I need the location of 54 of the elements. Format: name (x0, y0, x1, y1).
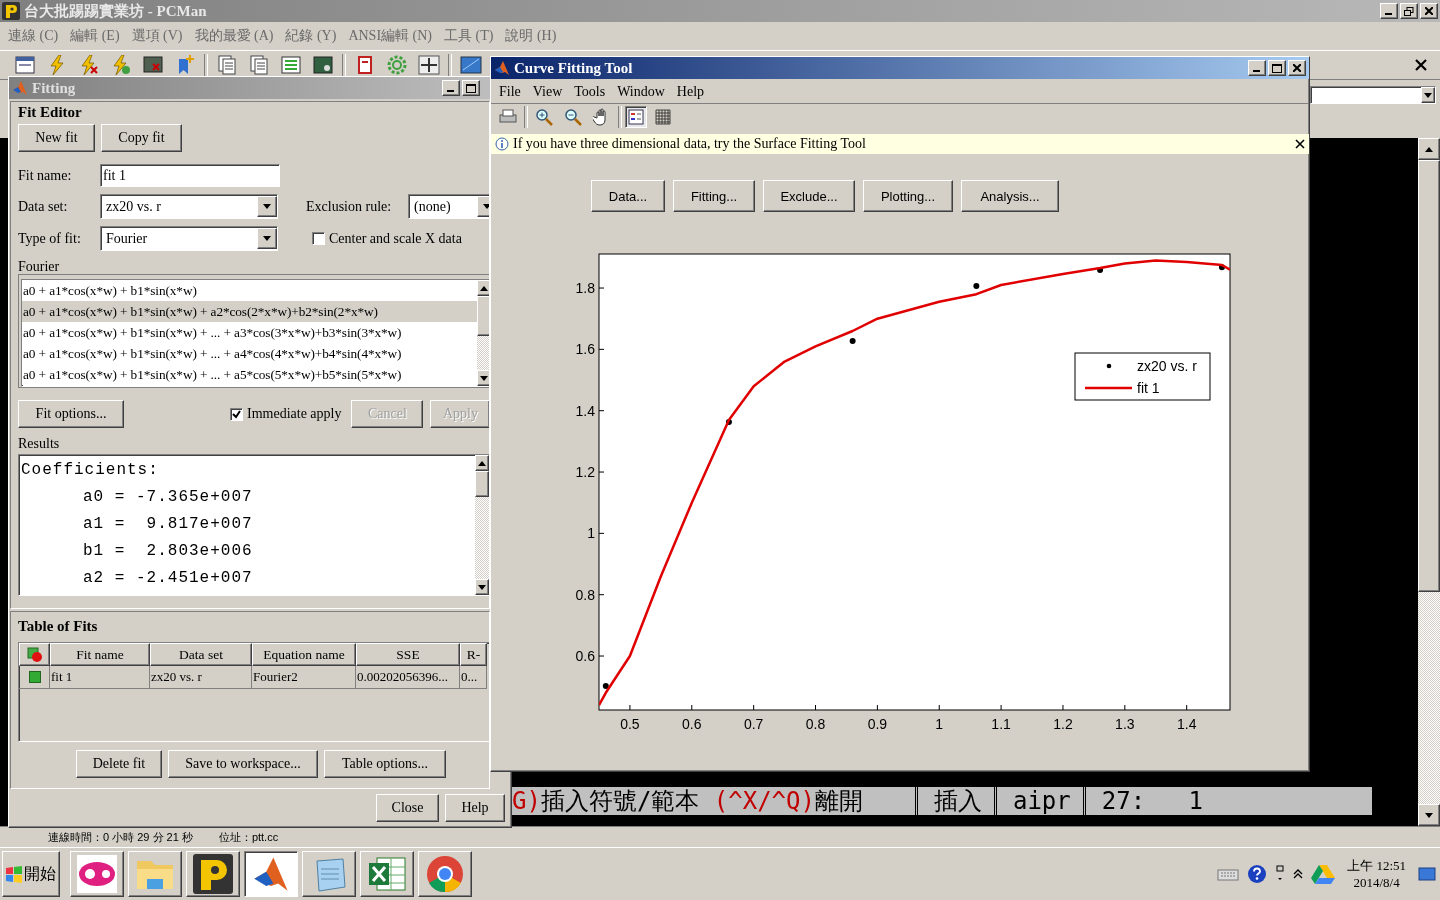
result-line: b1 = 2.803e+006 (82, 541, 254, 562)
axis-tick-label: 0.9 (867, 716, 888, 732)
axis-tick-label: 1 (935, 716, 944, 732)
axis-tick-label: 1.2 (575, 464, 595, 481)
axis-tick-label: 0.5 (620, 716, 640, 732)
window-title: Curve Fitting Tool (514, 59, 633, 77)
clock-time: 上午 12:51 (1347, 857, 1406, 874)
checkbox-label: Center and scale X data (329, 230, 462, 247)
axis-tick-label: 0.8 (805, 716, 826, 732)
window-title: Fitting (32, 79, 76, 97)
axis-tick-label: 0.8 (575, 586, 595, 603)
status-text: G) (512, 787, 541, 815)
axis-tick-label: 0.7 (743, 716, 764, 732)
section-heading: Fit Editor (18, 104, 83, 121)
field-label: Exclusion rule: (306, 198, 393, 215)
status-text: 插入符號/範本 (540, 787, 701, 815)
window-title: 台大批踢踢實業坊 - PCMan (24, 1, 207, 21)
table-cell: fit 1 (50, 666, 150, 689)
legend-label: zx20 vs. r (1137, 358, 1197, 374)
axis-tick-label: 1.1 (991, 716, 1011, 732)
field-label: Type of fit: (18, 230, 82, 247)
field-label: Data set: (18, 198, 69, 215)
status-text: 離開 (814, 787, 863, 815)
results-label: Results (18, 436, 61, 452)
axis-tick-label: 1.4 (575, 402, 595, 419)
axis-tick-label: 1.8 (575, 280, 595, 297)
clock-date: 2014/8/4 (1353, 874, 1400, 891)
axis-tick-label: 1.3 (1115, 716, 1135, 732)
status-field: aipr (993, 787, 1083, 815)
checkbox-label: Immediate apply (247, 406, 342, 422)
axis-tick-label: 0.6 (682, 716, 702, 732)
group-label: Fourier (18, 259, 61, 275)
connection-time: 連線時間：0 小時 29 分 21 秒 (48, 829, 193, 845)
info-message: If you have three dimensional data, try the Surface Fitting Tool (513, 136, 866, 152)
table-cell: 0.00202056396... (356, 666, 460, 689)
status-field: 插入 (914, 787, 994, 815)
legend-label: fit 1 (1137, 380, 1160, 396)
axis-tick-label: 1.2 (1053, 716, 1073, 732)
axis-tick-label: 0.6 (575, 648, 595, 665)
result-line: Coefficients: (21, 460, 160, 481)
result-line: a0 = -7.365e+007 (82, 487, 254, 508)
section-heading: Table of Fits (18, 618, 99, 635)
field-label: Fit name: (18, 167, 73, 184)
axis-tick-label: 1.4 (1176, 716, 1197, 732)
table-cell: Fourier2 (252, 666, 356, 689)
address-text: 位址：ptt.cc (218, 829, 279, 845)
table-cell: 0... (460, 666, 487, 689)
result-line: a1 = 9.817e+007 (82, 514, 254, 535)
axis-tick-label: 1.6 (575, 341, 595, 358)
status-field: 27: 1 (1082, 787, 1215, 815)
status-text: (^X/^Q) (713, 787, 815, 815)
axis-tick-label: 1 (587, 525, 595, 542)
result-line: a2 = -2.451e+007 (82, 568, 254, 589)
table-cell: zx20 vs. r (150, 666, 252, 689)
